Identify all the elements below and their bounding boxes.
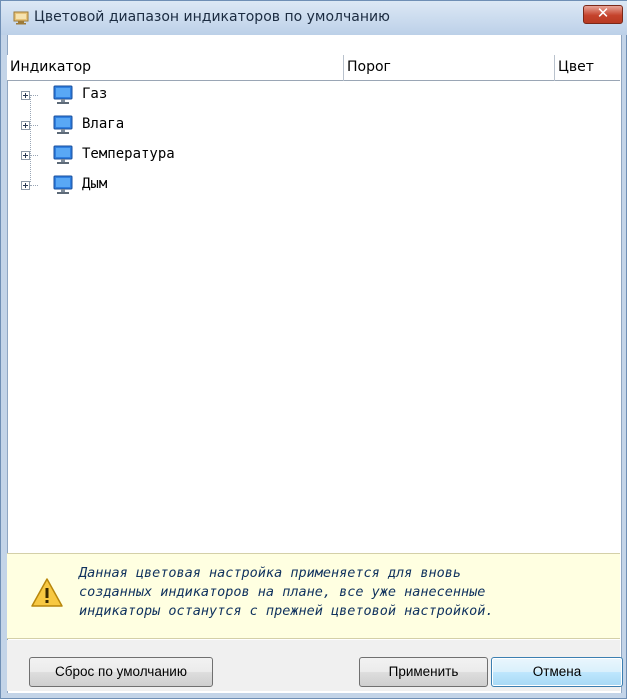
monitor-icon: [53, 85, 73, 104]
warning-line: созданных индикаторов на плане, все уже …: [79, 584, 486, 600]
tree-item-label: Дым: [82, 176, 108, 192]
expand-icon[interactable]: [21, 151, 30, 160]
column-header-threshold[interactable]: Порог: [344, 55, 555, 81]
reset-defaults-button[interactable]: Сброс по умолчанию: [29, 657, 213, 687]
warning-message: Данная цветовая настройка применяется дл…: [79, 564, 609, 621]
close-button[interactable]: ✕: [583, 4, 623, 24]
tree-connector: [30, 95, 38, 96]
tree-item-moisture[interactable]: Влага: [7, 112, 620, 142]
column-header-color[interactable]: Цвет: [555, 55, 620, 81]
tree-item-label: Газ: [82, 86, 108, 102]
button-bar: Сброс по умолчанию Применить Отмена: [7, 640, 623, 691]
warning-icon: [31, 578, 63, 607]
monitor-icon: [53, 115, 73, 134]
tree-connector: [30, 125, 38, 126]
apply-button[interactable]: Применить: [359, 657, 488, 687]
expand-icon[interactable]: [21, 91, 30, 100]
monitor-icon: [53, 175, 73, 194]
warning-line: Данная цветовая настройка применяется дл…: [79, 565, 462, 581]
tree-item-label: Температура: [82, 146, 175, 162]
expand-icon[interactable]: [21, 121, 30, 130]
warning-line: индикаторы останутся с прежней цветовой …: [79, 603, 494, 619]
tree-item-smoke[interactable]: Дым: [7, 172, 620, 202]
tree-item-label: Влага: [82, 116, 125, 132]
tree-item-gas[interactable]: Газ: [7, 82, 620, 112]
tree-item-temperature[interactable]: Температура: [7, 142, 620, 172]
cancel-button[interactable]: Отмена: [491, 657, 623, 687]
column-header-indicator[interactable]: Индикатор: [7, 55, 344, 81]
monitor-icon: [53, 145, 73, 164]
column-header: Индикатор Порог Цвет: [7, 55, 620, 81]
close-icon: ✕: [596, 4, 610, 22]
title-bar[interactable]: Цветовой диапазон индикаторов по умолчан…: [1, 1, 627, 35]
expand-icon[interactable]: [21, 181, 30, 190]
tree-connector: [30, 185, 38, 186]
warning-panel: Данная цветовая настройка применяется дл…: [7, 553, 620, 639]
window-title: Цветовой диапазон индикаторов по умолчан…: [34, 9, 390, 25]
app-icon: [13, 11, 29, 25]
tree-connector: [30, 155, 38, 156]
